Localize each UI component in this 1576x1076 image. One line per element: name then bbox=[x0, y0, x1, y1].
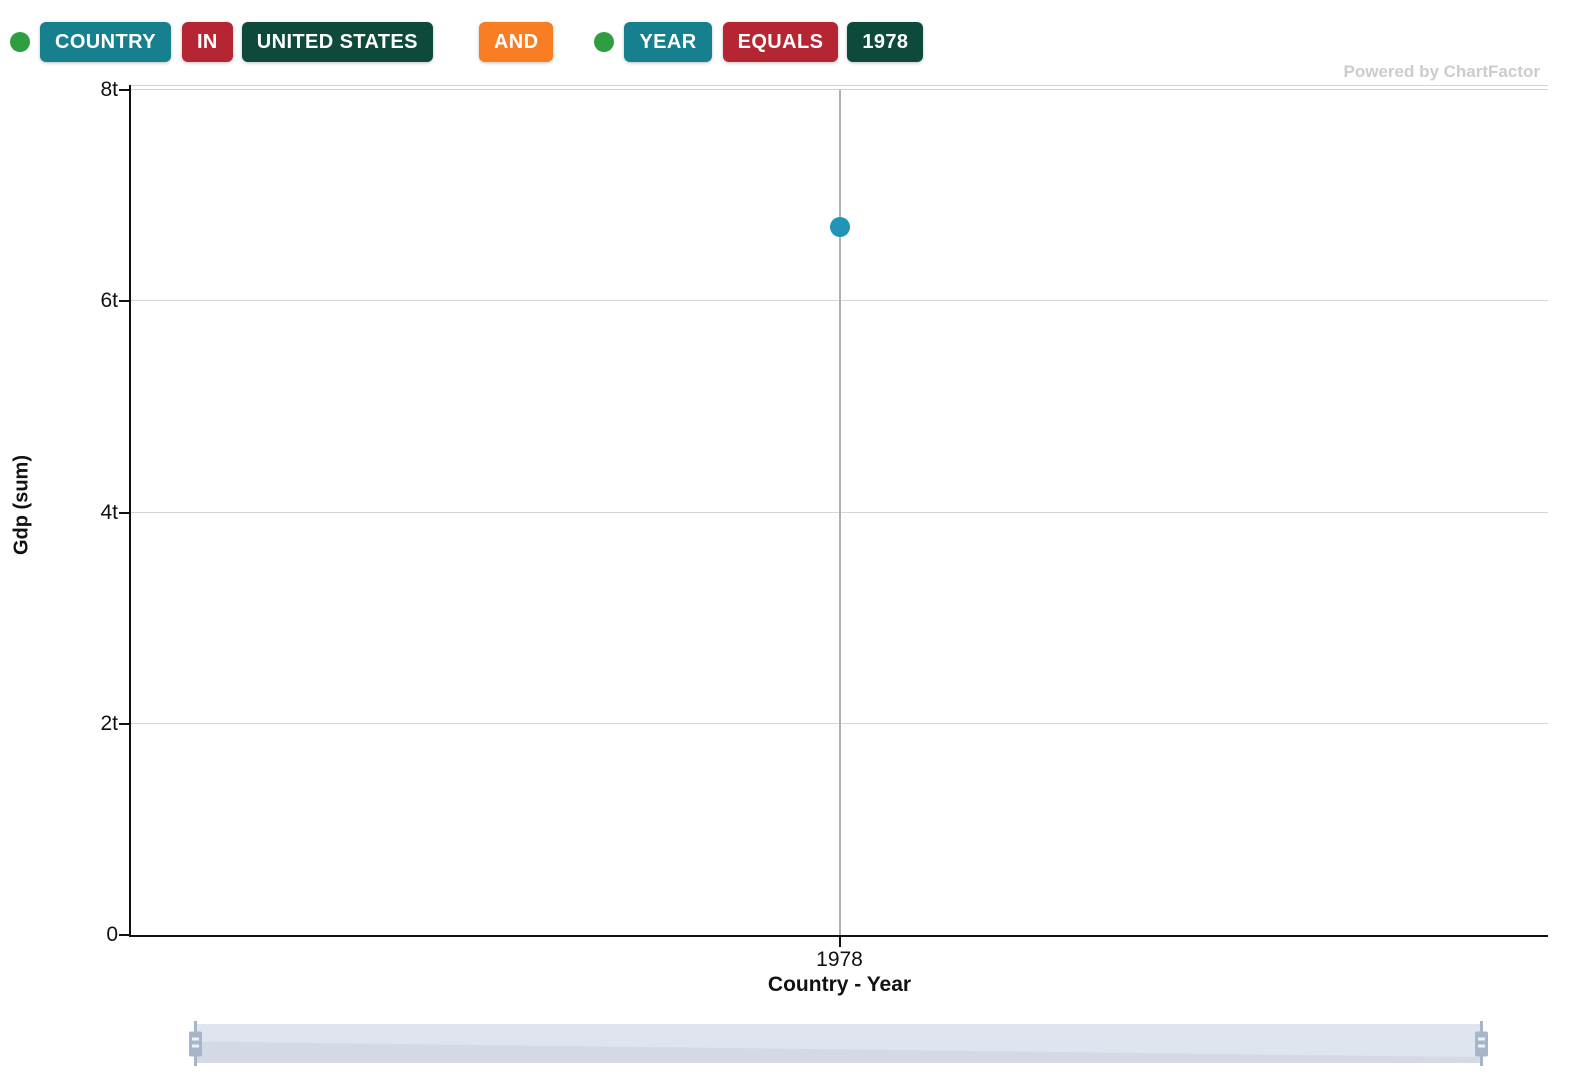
filter-field-country[interactable]: COUNTRY bbox=[40, 22, 171, 62]
plot-top-border bbox=[131, 85, 1548, 86]
zoom-slider-track[interactable] bbox=[195, 1024, 1482, 1063]
y-axis-title: Gdp (sum) bbox=[11, 455, 34, 555]
scatter-plot-area[interactable]: 0 2t 4t 6t 8t 1978 Country - Year bbox=[131, 90, 1548, 935]
x-tick-mark bbox=[839, 935, 841, 947]
filter-active-dot-icon bbox=[10, 32, 30, 52]
y-tick-label: 0 bbox=[106, 923, 118, 947]
filter-value-united-states[interactable]: UNITED STATES bbox=[242, 22, 433, 62]
y-tick-label: 8t bbox=[100, 78, 118, 102]
filter-conjunction-and[interactable]: AND bbox=[479, 22, 554, 62]
y-tick-label: 2t bbox=[100, 712, 118, 736]
filter-bar: COUNTRY IN UNITED STATES AND YEAR EQUALS… bbox=[10, 22, 923, 62]
data-point-1978[interactable] bbox=[830, 217, 850, 237]
powered-by-chartfactor-watermark: Powered by ChartFactor bbox=[1344, 62, 1541, 82]
filter-active-dot-icon bbox=[594, 32, 614, 52]
zoom-slider-left-handle[interactable] bbox=[189, 1031, 202, 1056]
y-axis-line bbox=[129, 85, 131, 937]
chartfactor-app: COUNTRY IN UNITED STATES AND YEAR EQUALS… bbox=[0, 0, 1576, 1076]
zoom-slider-shadow bbox=[195, 1024, 1482, 1063]
y-tick-mark bbox=[119, 512, 129, 514]
zoom-slider-right-handle[interactable] bbox=[1475, 1031, 1488, 1056]
y-tick-mark bbox=[119, 723, 129, 725]
y-tick-mark bbox=[119, 934, 129, 936]
y-tick-label: 4t bbox=[100, 501, 118, 525]
x-axis-title: Country - Year bbox=[768, 973, 911, 997]
y-tick-label: 6t bbox=[100, 289, 118, 313]
y-tick-mark bbox=[119, 300, 129, 302]
filter-value-1978[interactable]: 1978 bbox=[847, 22, 923, 62]
x-tick-label: 1978 bbox=[816, 948, 863, 972]
filter-field-year[interactable]: YEAR bbox=[624, 22, 711, 62]
filter-operator-in[interactable]: IN bbox=[182, 22, 233, 62]
filter-operator-equals[interactable]: EQUALS bbox=[723, 22, 839, 62]
y-tick-mark bbox=[119, 89, 129, 91]
